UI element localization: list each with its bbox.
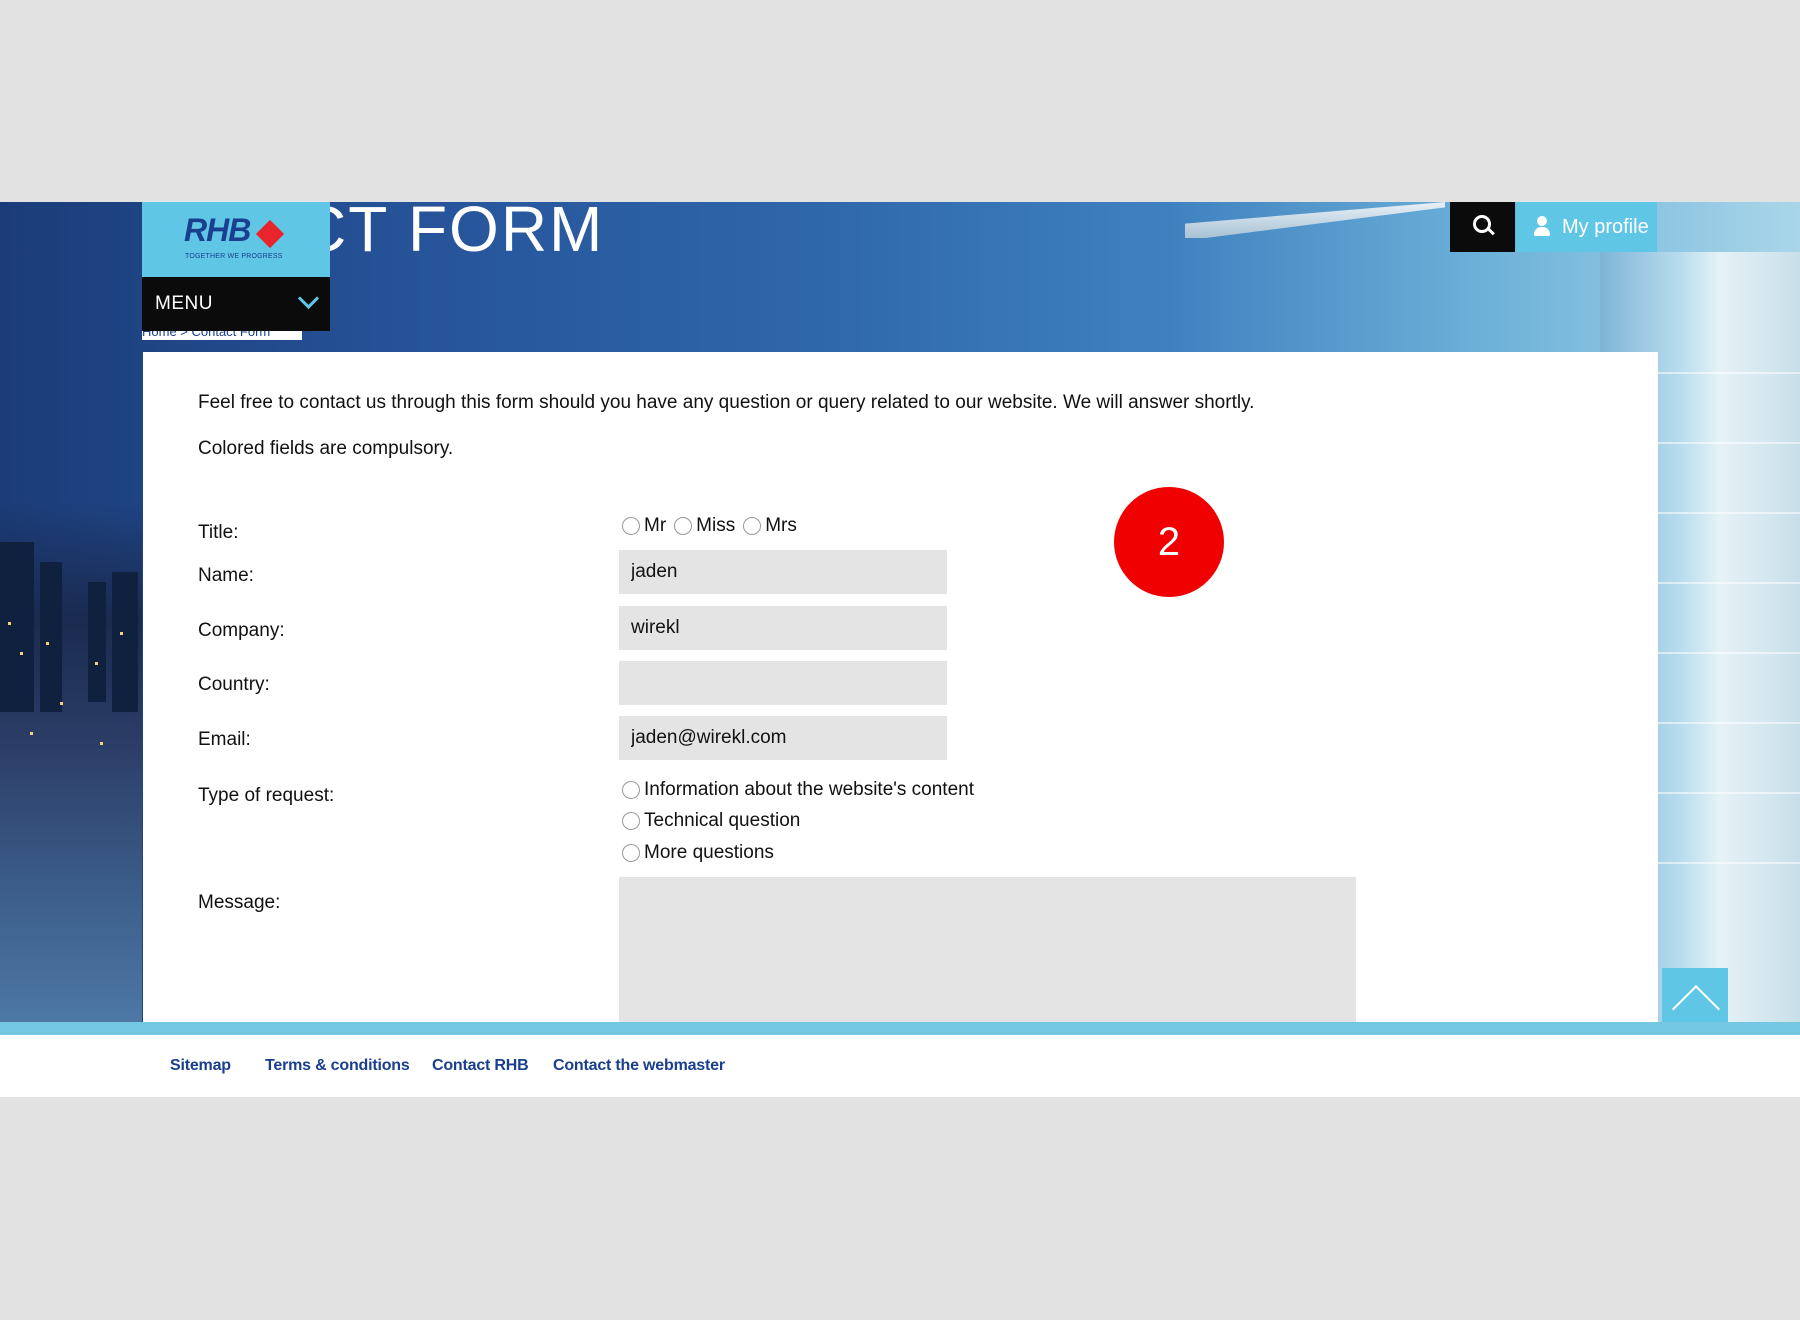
country-label: Country:	[198, 674, 270, 695]
page-title: CT FORM	[300, 202, 605, 265]
logo-tagline: TOGETHER WE PROGRESS	[185, 253, 283, 260]
user-icon-body	[1534, 227, 1550, 236]
site: CT FORM RHB TOGETHER WE PROGRESS MENU Ho…	[0, 202, 1800, 1097]
request-option-technical: Technical question	[644, 810, 801, 831]
request-option-more: More questions	[644, 842, 774, 863]
name-field[interactable]	[619, 550, 947, 594]
menu-label: MENU	[155, 293, 213, 314]
country-field[interactable]	[619, 661, 947, 705]
intro-text: Feel free to contact us through this for…	[198, 392, 1255, 413]
user-icon	[1537, 216, 1547, 226]
footer-link-contact-rhb[interactable]: Contact RHB	[432, 1057, 529, 1075]
title-radio-mr[interactable]	[622, 517, 640, 535]
logo-wordmark: RHB	[184, 212, 251, 248]
request-radio-technical[interactable]	[622, 812, 640, 830]
title-radio-group: Mr Miss Mrs	[622, 515, 805, 537]
message-label: Message:	[198, 892, 281, 913]
message-field[interactable]	[619, 877, 1356, 1026]
city-skyline	[0, 502, 142, 1034]
request-radio-content[interactable]	[622, 781, 640, 799]
footer: Sitemap Terms & conditions Contact RHB C…	[0, 1035, 1800, 1097]
request-radio-more[interactable]	[622, 844, 640, 862]
company-field[interactable]	[619, 606, 947, 650]
my-profile-button[interactable]: My profile	[1516, 202, 1657, 252]
email-field[interactable]	[619, 716, 947, 760]
building-roof	[1185, 202, 1445, 238]
request-option-row: Information about the website's content	[622, 779, 982, 801]
breadcrumb[interactable]: Home > Contact Form	[142, 331, 302, 340]
compulsory-note: Colored fields are compulsory.	[198, 438, 454, 459]
footer-link-sitemap[interactable]: Sitemap	[170, 1057, 231, 1075]
contact-form-panel: Feel free to contact us through this for…	[143, 352, 1658, 1026]
request-type-label: Type of request:	[198, 785, 335, 806]
email-label: Email:	[198, 729, 251, 750]
logo[interactable]: RHB TOGETHER WE PROGRESS	[142, 202, 330, 277]
chevron-down-icon	[297, 287, 320, 310]
request-option-row: More questions	[622, 842, 782, 864]
menu-button[interactable]: MENU	[142, 277, 330, 331]
search-icon-handle	[1487, 227, 1495, 236]
name-label: Name:	[198, 565, 254, 586]
company-label: Company:	[198, 620, 285, 641]
my-profile-label: My profile	[1562, 216, 1649, 238]
footer-accent-strip	[0, 1022, 1800, 1035]
title-option-mrs: Mrs	[765, 515, 797, 536]
title-option-mr: Mr	[644, 515, 667, 536]
request-option-content: Information about the website's content	[644, 779, 974, 800]
search-button[interactable]	[1450, 202, 1515, 252]
footer-link-contact-webmaster[interactable]: Contact the webmaster	[553, 1057, 725, 1075]
footer-link-terms[interactable]: Terms & conditions	[265, 1057, 410, 1075]
title-radio-miss[interactable]	[674, 517, 693, 535]
title-label: Title:	[198, 522, 239, 543]
title-radio-mrs[interactable]	[743, 517, 762, 535]
title-option-miss: Miss	[696, 515, 736, 536]
step-number-badge: 2	[1114, 487, 1224, 597]
logo-diamond-icon	[255, 219, 285, 249]
request-option-row: Technical question	[622, 810, 808, 832]
